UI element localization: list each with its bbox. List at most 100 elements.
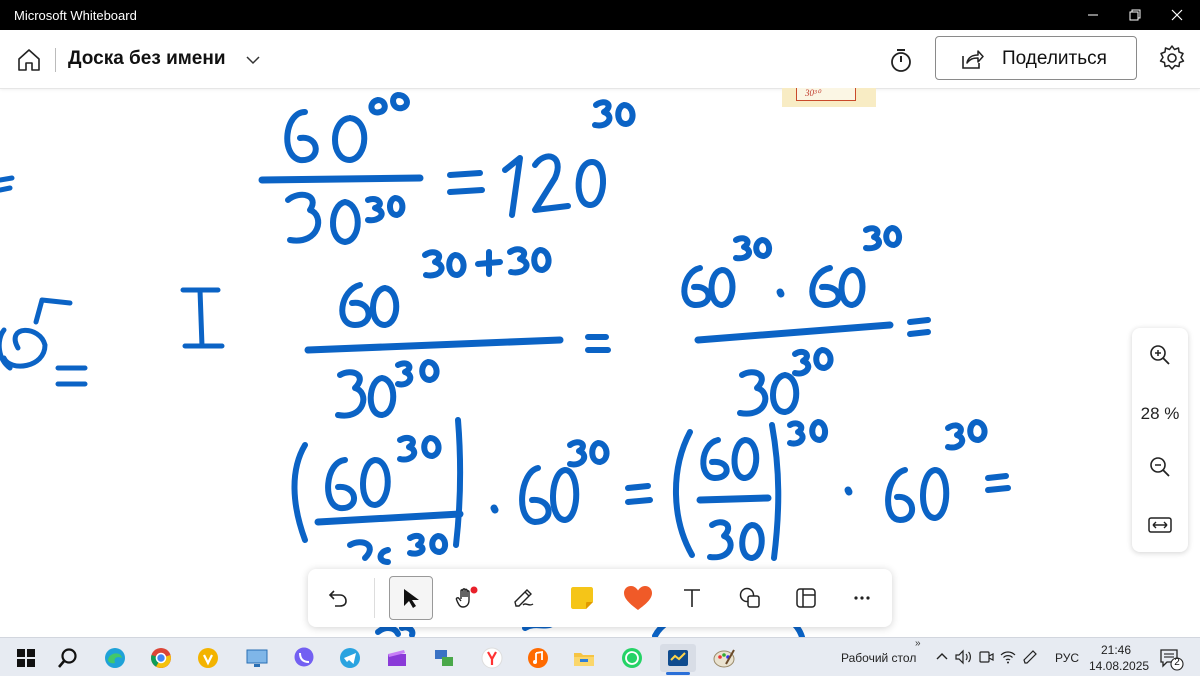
timer-button[interactable] xyxy=(886,45,916,75)
folder-icon xyxy=(574,653,594,666)
heart-icon xyxy=(624,586,652,610)
minimize-icon xyxy=(1088,14,1098,16)
search-icon xyxy=(58,648,77,668)
cursor-icon xyxy=(404,589,419,608)
timer-icon xyxy=(891,49,911,72)
taskbar-edge[interactable] xyxy=(101,644,129,672)
ink-equation-3 xyxy=(291,417,1011,565)
shapes-tool[interactable] xyxy=(730,578,770,618)
hand-icon xyxy=(455,586,478,608)
start-button[interactable] xyxy=(12,644,40,672)
zoom-in-button[interactable] xyxy=(1147,342,1173,368)
board-title-dropdown[interactable] xyxy=(243,50,263,70)
taskbar-network-app[interactable] xyxy=(430,644,458,672)
toolbar-divider xyxy=(374,578,375,618)
pen-icon xyxy=(514,589,534,607)
clock-date: 14.08.2025 xyxy=(1089,659,1150,673)
taskbar-remote-desktop[interactable] xyxy=(243,644,271,672)
ink-toolbar xyxy=(308,569,892,627)
chrome-icon xyxy=(151,648,171,668)
clapper-icon xyxy=(388,650,406,666)
pan-tool[interactable] xyxy=(446,578,486,618)
more-icon xyxy=(854,596,870,600)
text-tool[interactable] xyxy=(672,578,712,618)
search-button[interactable] xyxy=(54,644,82,672)
windows-icon xyxy=(17,649,35,667)
gear-icon xyxy=(1159,45,1185,70)
taskbar-vpn[interactable] xyxy=(194,644,222,672)
title-bar: Microsoft Whiteboard xyxy=(0,0,1200,30)
taskbar: » Рабочий стол РУС 21:46 14.08.2025 2 xyxy=(0,637,1200,676)
sticky-note-tool[interactable] xyxy=(562,578,602,618)
zoom-panel: 28 % xyxy=(1132,328,1188,552)
taskbar-paint[interactable] xyxy=(710,644,738,672)
taskbar-whiteboard[interactable] xyxy=(660,644,696,672)
monitor-icon xyxy=(246,649,268,667)
ink-drawing xyxy=(0,92,1011,637)
clock-time: 21:46 xyxy=(1100,643,1132,657)
window-title: Microsoft Whiteboard xyxy=(14,8,137,23)
notification-center-button[interactable]: 2 xyxy=(1158,646,1184,672)
input-language[interactable]: РУС xyxy=(1055,651,1079,665)
zoom-out-icon xyxy=(1150,457,1170,477)
desktop-expand-icon[interactable]: » xyxy=(915,638,921,649)
templates-tool[interactable] xyxy=(786,578,826,618)
zoom-out-button[interactable] xyxy=(1147,454,1173,480)
edge-icon xyxy=(105,648,125,668)
whiteboard-canvas[interactable]: 30³⁰ xyxy=(0,88,1200,637)
pen-tool[interactable] xyxy=(504,578,544,618)
yandex-icon xyxy=(481,647,503,669)
taskbar-chrome[interactable] xyxy=(147,644,175,672)
home-button[interactable] xyxy=(14,45,44,75)
fit-to-screen-button[interactable] xyxy=(1147,512,1173,538)
board-title[interactable]: Доска без имени xyxy=(68,48,226,70)
close-button[interactable] xyxy=(1156,0,1198,30)
share-icon xyxy=(962,50,984,69)
undo-button[interactable] xyxy=(318,578,358,618)
whatsapp-icon xyxy=(622,648,642,668)
text-icon xyxy=(684,589,700,607)
ink-equation-2 xyxy=(304,225,931,419)
restore-icon xyxy=(1129,9,1141,21)
minimize-button[interactable] xyxy=(1072,0,1114,30)
template-icon xyxy=(796,588,816,608)
chevron-down-icon xyxy=(246,56,260,65)
telegram-icon xyxy=(340,648,360,668)
wifi-icon[interactable] xyxy=(999,648,1017,666)
taskbar-file-explorer[interactable] xyxy=(570,644,598,672)
taskbar-viber[interactable] xyxy=(290,644,318,672)
app-header: Доска без имени Поделиться xyxy=(0,30,1200,89)
meet-now-icon[interactable] xyxy=(977,648,995,666)
sticky-note[interactable]: 30³⁰ xyxy=(782,88,876,107)
taskbar-video-editor[interactable] xyxy=(383,644,411,672)
speaker-icon[interactable] xyxy=(954,648,972,666)
vpn-icon xyxy=(198,648,218,668)
reactions-tool[interactable] xyxy=(618,578,658,618)
close-icon xyxy=(1171,9,1183,21)
fit-width-icon xyxy=(1148,517,1172,533)
chevron-up-icon[interactable] xyxy=(933,648,951,666)
viber-icon xyxy=(294,647,314,667)
settings-button[interactable] xyxy=(1157,43,1187,73)
notification-count: 2 xyxy=(1174,657,1180,668)
share-label: Поделиться xyxy=(1002,48,1107,69)
header-divider xyxy=(55,48,56,72)
desktop-toolbar-label[interactable]: Рабочий стол xyxy=(841,651,916,665)
sticky-note-icon xyxy=(571,587,593,609)
restore-button[interactable] xyxy=(1114,0,1156,30)
music-icon xyxy=(528,648,548,668)
select-tool[interactable] xyxy=(389,576,433,620)
more-tools-button[interactable] xyxy=(842,578,882,618)
taskbar-yandex[interactable] xyxy=(478,644,506,672)
taskbar-whatsapp[interactable] xyxy=(618,644,646,672)
pen-input-icon[interactable] xyxy=(1021,648,1039,666)
taskbar-telegram[interactable] xyxy=(336,644,364,672)
clock[interactable]: 21:46 14.08.2025 xyxy=(1089,642,1150,674)
whiteboard-icon xyxy=(668,650,688,666)
share-button[interactable]: Поделиться xyxy=(935,36,1137,80)
network-app-icon xyxy=(435,650,453,666)
sticky-note-content: 30³⁰ xyxy=(796,88,856,101)
taskbar-music[interactable] xyxy=(524,644,552,672)
paint-icon xyxy=(713,649,735,668)
zoom-level: 28 % xyxy=(1140,404,1180,423)
